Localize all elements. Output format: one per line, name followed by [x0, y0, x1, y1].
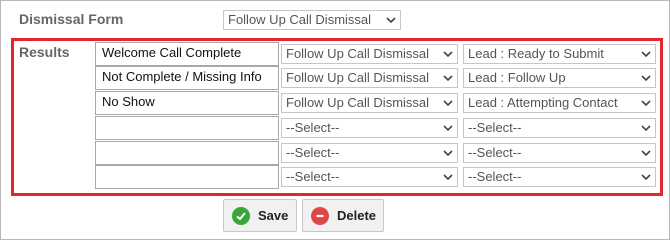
result-status-select-6[interactable]: --Select--	[463, 167, 656, 187]
result-status-select-2[interactable]: Lead : Follow Up	[463, 68, 656, 88]
dismissal-form-select-value: Follow Up Call Dismissal	[228, 12, 372, 27]
chevron-down-icon	[641, 174, 651, 181]
result-form-select-3[interactable]: Follow Up Call Dismissal	[281, 93, 458, 113]
result-name-input-6[interactable]	[95, 165, 279, 189]
results-label: Results	[19, 44, 70, 60]
result-status-select-2-value: Lead : Follow Up	[468, 70, 566, 85]
result-form-select-1-value: Follow Up Call Dismissal	[286, 46, 430, 61]
chevron-down-icon	[443, 100, 453, 107]
check-circle-icon	[232, 206, 250, 225]
chevron-down-icon	[443, 150, 453, 157]
result-status-select-4[interactable]: --Select--	[463, 118, 656, 138]
result-status-select-5[interactable]: --Select--	[463, 143, 656, 163]
result-status-select-6-value: --Select--	[468, 169, 522, 184]
result-form-select-5-value: --Select--	[286, 145, 340, 160]
result-status-select-4-value: --Select--	[468, 120, 522, 135]
result-status-select-3-value: Lead : Attempting Contact	[468, 95, 618, 110]
save-button[interactable]: Save	[223, 199, 297, 232]
chevron-down-icon	[443, 125, 453, 132]
result-form-select-3-value: Follow Up Call Dismissal	[286, 95, 430, 110]
delete-button-label: Delete	[337, 208, 377, 223]
result-status-select-1[interactable]: Lead : Ready to Submit	[463, 44, 656, 64]
result-status-select-1-value: Lead : Ready to Submit	[468, 46, 604, 61]
result-status-select-3[interactable]: Lead : Attempting Contact	[463, 93, 656, 113]
result-form-select-2[interactable]: Follow Up Call Dismissal	[281, 68, 458, 88]
dismissal-panel: Dismissal Form Follow Up Call Dismissal …	[0, 0, 670, 240]
chevron-down-icon	[641, 125, 651, 132]
result-form-select-4[interactable]: --Select--	[281, 118, 458, 138]
result-form-select-6[interactable]: --Select--	[281, 167, 458, 187]
result-form-select-1[interactable]: Follow Up Call Dismissal	[281, 44, 458, 64]
chevron-down-icon	[641, 150, 651, 157]
chevron-down-icon	[641, 51, 651, 58]
chevron-down-icon	[443, 174, 453, 181]
dismissal-form-select[interactable]: Follow Up Call Dismissal	[223, 10, 401, 30]
result-form-select-4-value: --Select--	[286, 120, 340, 135]
result-status-select-5-value: --Select--	[468, 145, 522, 160]
result-name-input-1[interactable]: Welcome Call Complete	[95, 42, 279, 66]
result-name-input-5[interactable]	[95, 141, 279, 165]
result-name-input-2[interactable]: Not Complete / Missing Info	[95, 66, 279, 90]
chevron-down-icon	[641, 75, 651, 82]
result-form-select-6-value: --Select--	[286, 169, 340, 184]
result-form-select-5[interactable]: --Select--	[281, 143, 458, 163]
save-button-label: Save	[258, 208, 289, 223]
chevron-down-icon	[386, 17, 396, 24]
chevron-down-icon	[641, 100, 651, 107]
result-form-select-2-value: Follow Up Call Dismissal	[286, 70, 430, 85]
chevron-down-icon	[443, 51, 453, 58]
delete-button[interactable]: Delete	[302, 199, 384, 232]
result-name-input-4[interactable]	[95, 116, 279, 140]
dismissal-form-label: Dismissal Form	[19, 11, 124, 27]
minus-circle-icon	[311, 206, 329, 225]
chevron-down-icon	[443, 75, 453, 82]
result-name-input-3[interactable]: No Show	[95, 91, 279, 115]
